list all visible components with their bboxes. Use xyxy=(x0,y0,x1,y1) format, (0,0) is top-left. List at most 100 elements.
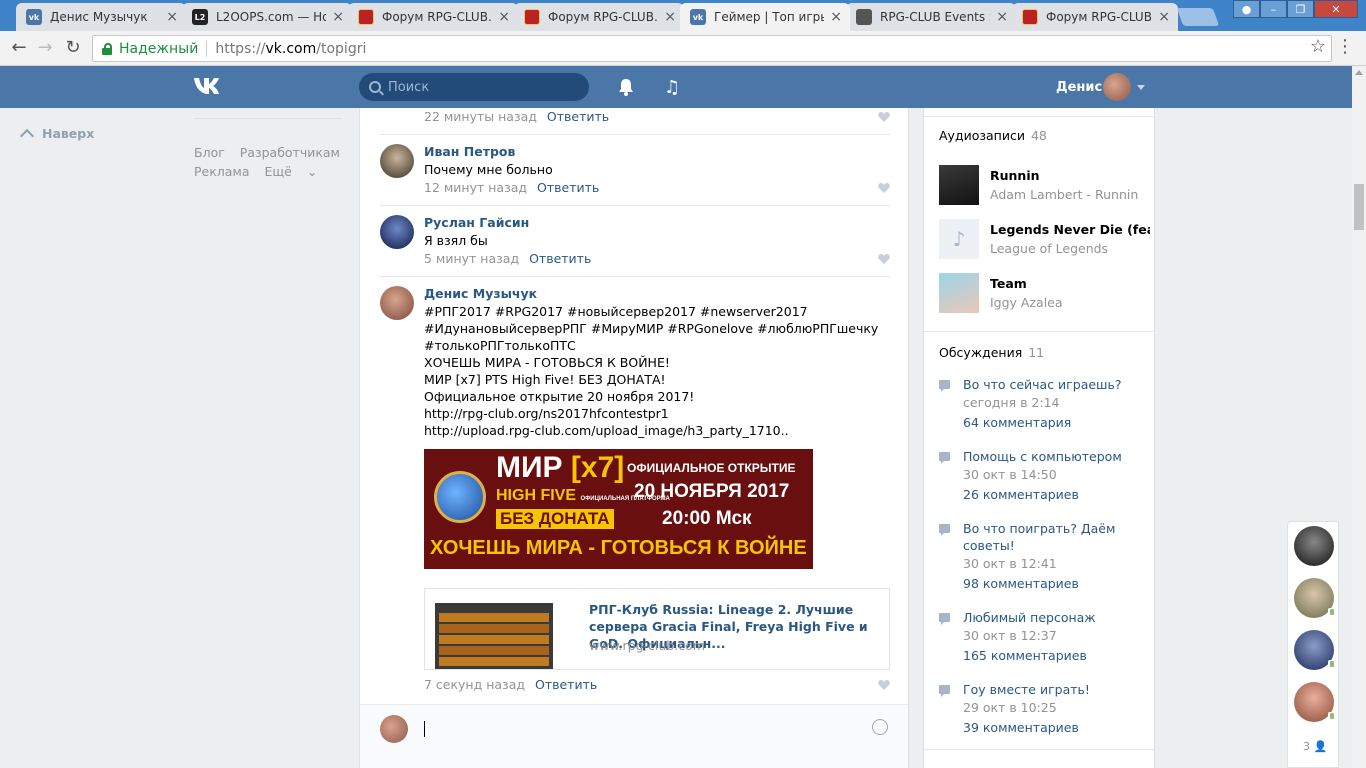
comment-link-1[interactable]: http://rpg-club.org/ns2017hfcontestpr1 xyxy=(424,405,669,422)
scrollbar-thumb[interactable] xyxy=(1354,184,1364,230)
topic-title[interactable]: Во что сейчас играешь? xyxy=(963,376,1149,393)
browser-tab-2[interactable]: L2 L2OOPS.com — Но × xyxy=(182,3,352,31)
topic-comments[interactable]: 39 комментариев xyxy=(963,720,1079,735)
commenter-avatar[interactable] xyxy=(380,215,414,249)
comment-meta: 22 минуты назад Ответить xyxy=(424,109,609,124)
bell-icon[interactable] xyxy=(617,78,635,96)
comment-time: 22 минуты назад xyxy=(424,109,537,124)
comment-text: Почему мне больно xyxy=(424,162,553,177)
reply-link[interactable]: Ответить xyxy=(547,109,609,124)
close-icon[interactable]: × xyxy=(664,9,676,25)
url-path: /topigri xyxy=(316,40,367,57)
commenter-avatar[interactable] xyxy=(380,144,414,178)
page-scrollbar[interactable] xyxy=(1352,66,1366,768)
topic-title[interactable]: Помощь с компьютером xyxy=(963,448,1149,465)
browser-tab-1[interactable]: vk Денис Музычук × xyxy=(16,3,186,31)
forward-arrow-icon[interactable]: → xyxy=(34,37,56,59)
commenter-avatar[interactable] xyxy=(380,286,414,320)
commenter-name[interactable]: Денис Музычук xyxy=(424,286,537,301)
browser-tab-7[interactable]: Форум RPG-CLUB. × xyxy=(1012,3,1178,31)
like-heart-icon[interactable] xyxy=(878,680,890,691)
comment-input[interactable] xyxy=(420,713,860,745)
link-snippet[interactable]: РПГ-Клуб Russia: Lineage 2. Лучшие серве… xyxy=(424,588,890,670)
audio-track[interactable]: Team Iggy Azalea xyxy=(939,273,1149,313)
like-heart-icon[interactable] xyxy=(878,112,890,123)
emoji-smile-icon[interactable] xyxy=(872,719,888,735)
comment-meta: 12 минут назад Ответить xyxy=(424,180,599,195)
friend-avatar[interactable] xyxy=(1294,578,1336,618)
browser-tab-5-active[interactable]: vk Геймер | Топ игры × xyxy=(680,3,850,31)
address-bar[interactable]: Надежный https:// vk.com /topigri xyxy=(92,35,1332,62)
topic-title[interactable]: Любимый персонаж xyxy=(963,609,1149,626)
to-top-label: Наверх xyxy=(42,126,95,141)
browser-tab-3[interactable]: Форум RPG-CLUB. × xyxy=(348,3,518,31)
topic-date: 30 окт в 14:50 xyxy=(963,467,1057,482)
topic-title[interactable]: Во что поиграть? Даём советы! xyxy=(963,520,1149,554)
discussion-topic[interactable]: Во что поиграть? Даём советы! 30 окт в 1… xyxy=(939,520,1149,598)
search-input[interactable]: Поиск xyxy=(359,73,589,101)
topic-comments[interactable]: 98 комментариев xyxy=(963,576,1079,591)
user-profile-icon[interactable]: ● xyxy=(1233,0,1260,18)
audio-section-title[interactable]: Аудиозаписи 48 xyxy=(939,128,1047,143)
new-tab-button[interactable] xyxy=(1176,8,1220,26)
maximize-icon[interactable]: ❐ xyxy=(1287,0,1314,18)
hashtags-line-2[interactable]: #ИдунановыйсерверРПГ #МируМИР #RPGonelov… xyxy=(424,320,878,337)
browser-tab-4[interactable]: Форум RPG-CLUB. × xyxy=(514,3,684,31)
topic-comments[interactable]: 26 комментариев xyxy=(963,487,1079,502)
bookmark-star-icon[interactable]: ☆ xyxy=(1310,36,1326,57)
header-avatar[interactable] xyxy=(1103,73,1131,101)
comment-link-2[interactable]: http://upload.rpg-club.com/upload_image/… xyxy=(424,422,789,439)
audio-track[interactable]: ♪ Legends Never Die (feat. ... League of… xyxy=(939,219,1150,259)
reply-link[interactable]: Ответить xyxy=(535,677,597,692)
link-blog[interactable]: Блог xyxy=(194,145,225,160)
discussion-topic[interactable]: Во что сейчас играешь? сегодня в 2:14 64… xyxy=(939,376,1149,436)
reload-icon[interactable]: ↻ xyxy=(62,37,84,59)
browser-tab-6[interactable]: RPG-CLUB Events S × xyxy=(846,3,1016,31)
back-arrow-icon[interactable]: ← xyxy=(8,37,30,59)
vk-favicon-icon: vk xyxy=(690,9,706,25)
close-icon[interactable]: × xyxy=(166,9,178,25)
topic-comments[interactable]: 165 комментариев xyxy=(963,648,1087,663)
minimize-icon[interactable]: – xyxy=(1260,0,1287,18)
scroll-up-icon[interactable] xyxy=(1355,70,1363,75)
post-banner-image[interactable]: МИР [x7] HIGH FIVE ОФИЦИАЛЬНАЯ ПЛАТФОРМА… xyxy=(424,449,813,569)
like-heart-icon[interactable] xyxy=(878,254,890,265)
friend-avatar[interactable] xyxy=(1294,630,1336,670)
scroll-to-top-button[interactable]: Наверх xyxy=(19,126,95,143)
friend-avatar[interactable] xyxy=(1294,682,1336,722)
link-ads[interactable]: Реклама xyxy=(194,164,250,179)
close-icon[interactable]: × xyxy=(996,9,1008,25)
browser-menu-icon[interactable]: ⋮ xyxy=(1336,35,1354,59)
close-icon[interactable]: × xyxy=(332,9,344,25)
hashtags-line-1[interactable]: #РПГ2017 #RPG2017 #новыйсервер2017 #news… xyxy=(424,303,808,320)
secure-label: Надежный xyxy=(119,40,208,57)
close-window-icon[interactable]: ✕ xyxy=(1314,0,1358,18)
chevron-down-icon[interactable] xyxy=(1137,85,1145,90)
discussion-topic[interactable]: Гоу вместе играть! 29 окт в 10:25 39 ком… xyxy=(939,681,1149,741)
hashtags-line-3[interactable]: #толькоРПГтолькоПТС xyxy=(424,337,576,354)
discussions-section-title[interactable]: Обсуждения 11 xyxy=(939,345,1044,360)
reply-link[interactable]: Ответить xyxy=(537,180,599,195)
discussion-topic[interactable]: Любимый персонаж 30 окт в 12:37 165 комм… xyxy=(939,609,1149,669)
close-icon[interactable]: × xyxy=(498,9,510,25)
friend-avatar[interactable] xyxy=(1294,526,1334,566)
topic-comments[interactable]: 64 комментария xyxy=(963,415,1071,430)
discussion-topic[interactable]: Помощь с компьютером 30 окт в 14:50 26 к… xyxy=(939,448,1149,508)
audio-track[interactable]: Runnin Adam Lambert - Runnin xyxy=(939,165,1149,205)
commenter-name[interactable]: Иван Петров xyxy=(424,144,515,159)
reply-link[interactable]: Ответить xyxy=(529,251,591,266)
friends-count[interactable]: 3 👤 xyxy=(1303,740,1327,753)
tab-title: Форум RPG-CLUB. xyxy=(1046,10,1153,24)
link-more[interactable]: Ещё ⌄ xyxy=(265,164,318,179)
close-icon[interactable]: × xyxy=(1158,9,1170,25)
tab-title: Форум RPG-CLUB. xyxy=(548,10,658,24)
close-icon[interactable]: × xyxy=(830,9,842,25)
topic-title[interactable]: Гоу вместе играть! xyxy=(963,681,1149,698)
header-user-name[interactable]: Денис xyxy=(1056,80,1102,95)
link-developers[interactable]: Разработчикам xyxy=(240,145,340,160)
vk-logo[interactable] xyxy=(193,76,229,98)
topic-date: 30 окт в 12:41 xyxy=(963,556,1057,571)
like-heart-icon[interactable] xyxy=(878,183,890,194)
music-note-icon[interactable]: ♫ xyxy=(664,77,680,98)
commenter-name[interactable]: Руслан Гайсин xyxy=(424,215,529,230)
